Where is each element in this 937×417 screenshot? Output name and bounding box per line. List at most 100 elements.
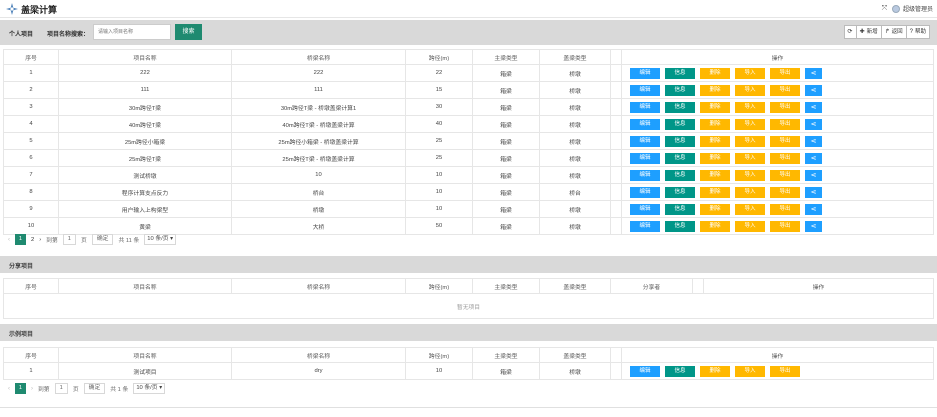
edit-button[interactable]: 编辑 — [630, 152, 660, 164]
delete-button[interactable]: 删除 — [700, 118, 730, 130]
delete-button[interactable]: 删除 — [700, 101, 730, 113]
export-button[interactable]: 导出 — [770, 186, 800, 198]
pager-next[interactable]: › — [39, 237, 41, 243]
edit-button[interactable]: 编辑 — [630, 203, 660, 215]
export-button[interactable]: 导出 — [770, 101, 800, 113]
pager-page-input[interactable]: 1 — [54, 383, 68, 394]
edit-button[interactable]: 编辑 — [630, 135, 660, 147]
pager-next[interactable]: › — [31, 386, 33, 392]
delete-button[interactable]: 删除 — [700, 67, 730, 79]
delete-button[interactable]: 删除 — [700, 203, 730, 215]
import-button[interactable]: 导入 — [735, 84, 765, 96]
cell-cap: 桥墩 — [539, 166, 611, 184]
pager-page-current[interactable]: 1 — [15, 383, 26, 394]
import-button[interactable]: 导入 — [735, 135, 765, 147]
pager-size-select[interactable]: 10 条/页 ▾ — [144, 234, 177, 245]
cell-project: 测试项目 — [58, 362, 232, 380]
cell-cap: 桥墩 — [539, 200, 611, 218]
pager-page-input[interactable]: 1 — [62, 234, 77, 245]
add-button[interactable]: ✚ 新增 — [855, 25, 882, 39]
edit-button[interactable]: 编辑 — [630, 220, 660, 232]
edit-button[interactable]: 编辑 — [630, 365, 660, 377]
share-icon[interactable]: ⋖ — [805, 152, 822, 164]
export-button[interactable]: 导出 — [770, 152, 800, 164]
pager-page[interactable]: 2 — [31, 237, 34, 243]
search-input[interactable] — [93, 24, 171, 40]
info-button[interactable]: 信息 — [665, 203, 695, 215]
import-button[interactable]: 导入 — [735, 186, 765, 198]
export-button[interactable]: 导出 — [770, 118, 800, 130]
share-icon[interactable]: ⋖ — [805, 186, 822, 198]
cell-no: 2 — [3, 81, 59, 99]
import-button[interactable]: 导入 — [735, 169, 765, 181]
import-button[interactable]: 导入 — [735, 101, 765, 113]
example-section-title: 示例项目 — [0, 324, 937, 341]
delete-button[interactable]: 删除 — [700, 220, 730, 232]
export-button[interactable]: 导出 — [770, 220, 800, 232]
import-button[interactable]: 导入 — [735, 220, 765, 232]
import-button[interactable]: 导入 — [735, 203, 765, 215]
pager-confirm-button[interactable]: 确定 — [83, 383, 106, 394]
pager-size-select[interactable]: 10 条/页 ▾ — [133, 383, 166, 394]
share-icon[interactable]: ⋖ — [805, 67, 822, 79]
info-button[interactable]: 信息 — [665, 152, 695, 164]
edit-button[interactable]: 编辑 — [630, 118, 660, 130]
back-button[interactable]: ↱ 返回 — [880, 25, 907, 39]
info-button[interactable]: 信息 — [665, 67, 695, 79]
pager-size-value: 10 条/页 — [136, 385, 158, 391]
info-button[interactable]: 信息 — [665, 365, 695, 377]
delete-button[interactable]: 删除 — [700, 365, 730, 377]
cell-girder: 箱梁 — [472, 183, 540, 201]
search-button[interactable]: 搜索 — [175, 24, 202, 40]
cell-girder: 箱梁 — [472, 362, 540, 380]
delete-button[interactable]: 删除 — [700, 84, 730, 96]
avatar[interactable] — [891, 4, 900, 13]
share-icon[interactable]: ⋖ — [805, 118, 822, 130]
share-icon[interactable]: ⋖ — [805, 203, 822, 215]
import-button[interactable]: 导入 — [735, 365, 765, 377]
edit-button[interactable]: 编辑 — [630, 101, 660, 113]
cell-no: 8 — [3, 183, 59, 201]
export-button[interactable]: 导出 — [770, 365, 800, 377]
share-icon[interactable]: ⋖ — [805, 169, 822, 181]
help-button[interactable]: ? 帮助 — [905, 25, 930, 39]
pager-prev[interactable]: ‹ — [8, 386, 10, 392]
delete-button[interactable]: 删除 — [700, 135, 730, 147]
info-button[interactable]: 信息 — [665, 135, 695, 147]
cell-cap: 桥台 — [539, 183, 611, 201]
table-header-row: 序号 项目名称 桥梁名称 跨径(m) 主梁类型 盖梁类型 操作 — [3, 49, 934, 65]
info-button[interactable]: 信息 — [665, 101, 695, 113]
export-button[interactable]: 导出 — [770, 67, 800, 79]
info-button[interactable]: 信息 — [665, 186, 695, 198]
export-button[interactable]: 导出 — [770, 135, 800, 147]
info-button[interactable]: 信息 — [665, 118, 695, 130]
pager-prev[interactable]: ‹ — [8, 237, 10, 243]
pager-confirm-button[interactable]: 确定 — [91, 234, 114, 245]
cell-span: 10 — [405, 183, 473, 201]
info-button[interactable]: 信息 — [665, 169, 695, 181]
info-button[interactable]: 信息 — [665, 220, 695, 232]
import-button[interactable]: 导入 — [735, 67, 765, 79]
delete-button[interactable]: 删除 — [700, 152, 730, 164]
col-header: 分享者 — [610, 278, 693, 294]
info-button[interactable]: 信息 — [665, 84, 695, 96]
import-button[interactable]: 导入 — [735, 118, 765, 130]
edit-button[interactable]: 编辑 — [630, 84, 660, 96]
export-button[interactable]: 导出 — [770, 203, 800, 215]
import-button[interactable]: 导入 — [735, 152, 765, 164]
edit-button[interactable]: 编辑 — [630, 67, 660, 79]
user-name[interactable]: 超级管理员 — [903, 4, 933, 13]
export-button[interactable]: 导出 — [770, 169, 800, 181]
export-button[interactable]: 导出 — [770, 84, 800, 96]
share-icon[interactable]: ⋖ — [805, 101, 822, 113]
share-icon[interactable]: ⋖ — [805, 220, 822, 232]
share-icon[interactable]: ⋖ — [805, 84, 822, 96]
delete-button[interactable]: 删除 — [700, 186, 730, 198]
edit-button[interactable]: 编辑 — [630, 169, 660, 181]
delete-button[interactable]: 删除 — [700, 169, 730, 181]
cell-span: 25 — [405, 149, 473, 167]
pager-page-current[interactable]: 1 — [15, 234, 26, 245]
share-icon[interactable]: ⋖ — [805, 135, 822, 147]
fullscreen-icon[interactable]: ⤧ — [880, 4, 889, 13]
edit-button[interactable]: 编辑 — [630, 186, 660, 198]
